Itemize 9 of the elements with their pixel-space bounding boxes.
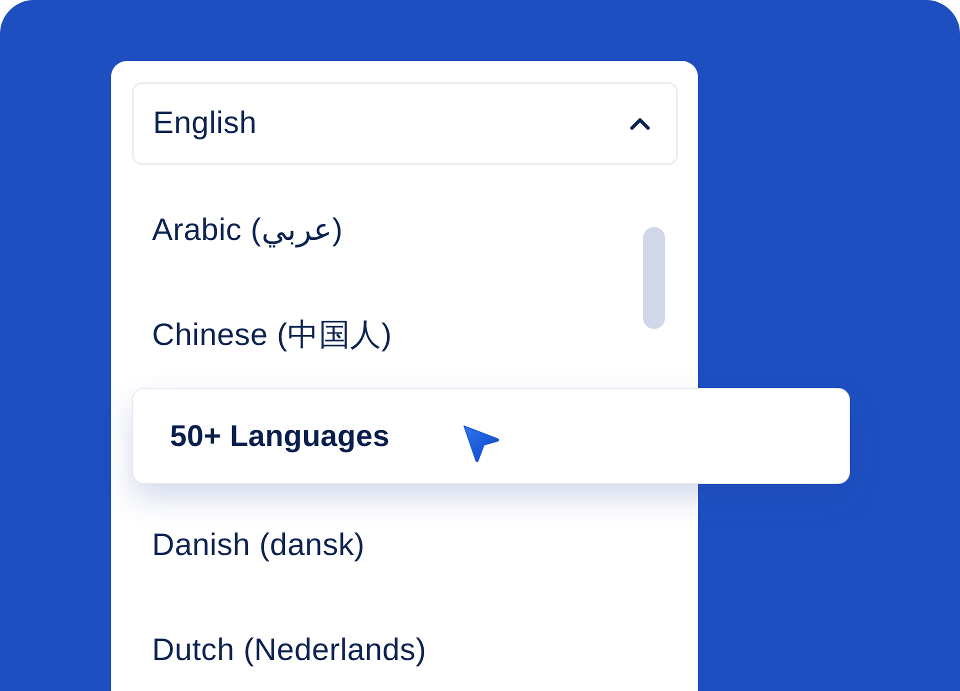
callout-text: 50+ Languages [170,418,390,454]
language-option[interactable]: Danish (dansk) [132,493,632,598]
language-option[interactable]: Chinese (中国人) [132,283,632,388]
select-value: English [153,104,257,142]
cursor-arrow-icon [462,425,500,465]
language-select[interactable]: English [132,82,678,165]
scrollbar-thumb[interactable] [643,227,665,329]
language-option[interactable]: Arabic (عربي) [132,178,632,283]
language-option[interactable]: Dutch (Nederlands) [132,598,632,691]
